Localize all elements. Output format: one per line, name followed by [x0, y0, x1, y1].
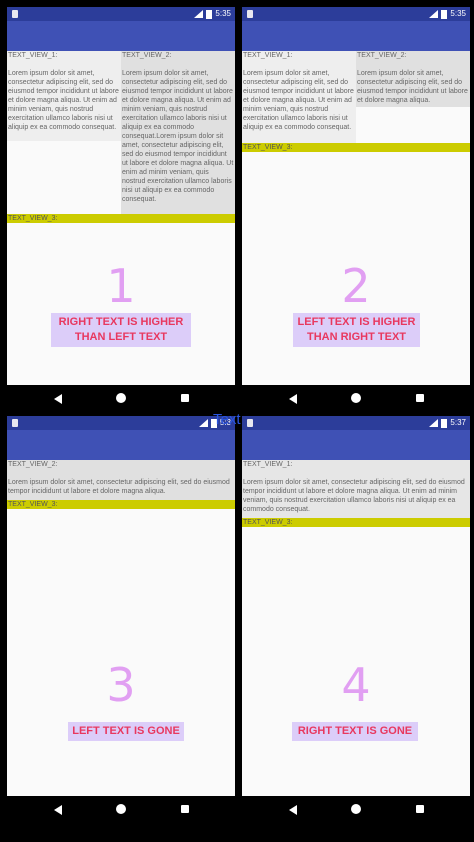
phone-screen-1: 5:35 TEXT_VIEW_1: Lorem ipsum dolor sit …	[7, 7, 235, 411]
signal-icon	[429, 419, 439, 427]
text-view-1-label: TEXT_VIEW_1:	[243, 461, 293, 468]
caption-line-1: RIGHT TEXT IS HIGHER	[58, 316, 184, 328]
caption-line-1: LEFT TEXT IS GONE	[72, 725, 180, 737]
recents-icon[interactable]	[416, 394, 424, 402]
screen-content: TEXT_VIEW_1: Lorem ipsum dolor sit amet,…	[242, 460, 470, 796]
home-icon[interactable]	[116, 804, 126, 814]
text-view-1-body: Lorem ipsum dolor sit amet, consectetur …	[243, 70, 354, 131]
status-bar: 5:35	[7, 7, 235, 21]
notification-icon	[12, 10, 18, 18]
notification-icon	[12, 419, 18, 427]
text-view-1: TEXT_VIEW_1: Lorem ipsum dolor sit amet,…	[242, 51, 356, 143]
home-icon[interactable]	[116, 393, 126, 403]
status-bar: 5:37	[242, 416, 470, 430]
recents-icon[interactable]	[181, 805, 189, 813]
text-view-2-label: TEXT_VIEW_2:	[122, 52, 172, 59]
text-view-2-body: Lorem ipsum dolor sit amet, consectetur …	[8, 479, 230, 495]
screen-content: TEXT_VIEW_1: Lorem ipsum dolor sit amet,…	[7, 51, 235, 385]
phone-screen-4: 5:37 TEXT_VIEW_1: Lorem ipsum dolor sit …	[242, 416, 470, 824]
battery-icon	[441, 418, 448, 428]
panel-caption: RIGHT TEXT IS GONE	[292, 722, 418, 741]
panel-number: 4	[341, 658, 371, 712]
nav-bar	[242, 796, 470, 822]
text-view-2-body: Lorem ipsum dolor sit amet, consectetur …	[357, 70, 468, 104]
text-view-3-bar: TEXT_VIEW_3:	[7, 214, 235, 223]
panel-number: 3	[106, 658, 136, 712]
caption-line-1: RIGHT TEXT IS GONE	[297, 725, 413, 737]
status-bar: 5:35	[242, 7, 470, 21]
notification-icon	[247, 10, 253, 18]
caption-line-1: LEFT TEXT IS HIGHER	[297, 316, 416, 328]
overlay-text: Text	[213, 411, 241, 428]
signal-icon	[429, 10, 439, 18]
text-view-2-label: TEXT_VIEW_2:	[8, 461, 58, 468]
notification-icon	[247, 419, 253, 427]
signal-icon	[198, 419, 208, 427]
battery-icon	[441, 9, 448, 19]
nav-bar	[7, 385, 235, 411]
text-view-2-body: Lorem ipsum dolor sit amet, consectetur …	[122, 70, 234, 203]
app-bar	[242, 21, 470, 51]
caption-line-2: THAN RIGHT TEXT	[307, 331, 406, 343]
nav-bar	[7, 796, 235, 822]
app-bar	[7, 21, 235, 51]
text-view-1-label: TEXT_VIEW_1:	[243, 52, 293, 59]
recents-icon[interactable]	[416, 805, 424, 813]
home-icon[interactable]	[351, 804, 361, 814]
text-view-3-bar: TEXT_VIEW_3:	[7, 500, 235, 509]
text-view-2: TEXT_VIEW_2: Lorem ipsum dolor sit amet,…	[356, 51, 470, 107]
back-icon[interactable]	[289, 394, 297, 404]
back-icon[interactable]	[54, 805, 62, 815]
text-view-1-body: Lorem ipsum dolor sit amet, consectetur …	[243, 479, 465, 513]
status-time: 5:35	[215, 9, 231, 18]
text-view-2-label: TEXT_VIEW_2:	[357, 52, 407, 59]
signal-icon	[194, 10, 204, 18]
text-view-1: TEXT_VIEW_1: Lorem ipsum dolor sit amet,…	[242, 460, 470, 518]
panel-caption: RIGHT TEXT IS HIGHER THAN LEFT TEXT	[51, 313, 191, 347]
panel-caption: LEFT TEXT IS GONE	[68, 722, 184, 741]
nav-bar	[242, 385, 470, 411]
caption-line-2: THAN LEFT TEXT	[74, 331, 168, 343]
screen-content: TEXT_VIEW_1: Lorem ipsum dolor sit amet,…	[242, 51, 470, 385]
panel-number: 1	[106, 259, 136, 313]
text-view-3-bar: TEXT_VIEW_3:	[242, 518, 470, 527]
text-view-1-body: Lorem ipsum dolor sit amet, consectetur …	[8, 70, 119, 131]
text-view-1-label: TEXT_VIEW_1:	[8, 52, 58, 59]
home-icon[interactable]	[351, 393, 361, 403]
status-time: 5:37	[450, 418, 466, 427]
status-bar: 5:3	[7, 416, 235, 430]
app-bar	[7, 430, 235, 460]
panel-number: 2	[341, 259, 371, 313]
phone-screen-3: 5:3 TEXT_VIEW_2: Lorem ipsum dolor sit a…	[7, 416, 235, 824]
app-bar	[242, 430, 470, 460]
back-icon[interactable]	[289, 805, 297, 815]
battery-icon	[206, 9, 213, 19]
text-view-2: TEXT_VIEW_2: Lorem ipsum dolor sit amet,…	[7, 460, 235, 500]
status-time: 5:35	[450, 9, 466, 18]
panel-caption: LEFT TEXT IS HIGHER THAN RIGHT TEXT	[293, 313, 420, 347]
text-view-2: TEXT_VIEW_2: Lorem ipsum dolor sit amet,…	[121, 51, 235, 214]
text-view-1: TEXT_VIEW_1: Lorem ipsum dolor sit amet,…	[7, 51, 121, 141]
text-view-3-bar: TEXT_VIEW_3:	[242, 143, 470, 152]
back-icon[interactable]	[54, 394, 62, 404]
recents-icon[interactable]	[181, 394, 189, 402]
screen-content: TEXT_VIEW_2: Lorem ipsum dolor sit amet,…	[7, 460, 235, 796]
phone-screen-2: 5:35 TEXT_VIEW_1: Lorem ipsum dolor sit …	[242, 7, 470, 411]
